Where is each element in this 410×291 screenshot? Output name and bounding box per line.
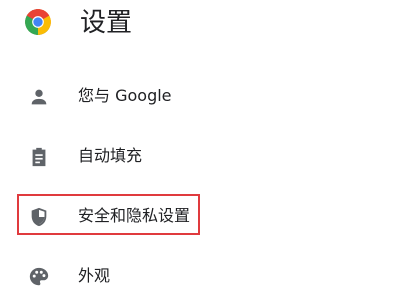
sidebar-item-label: 您与 Google (78, 86, 172, 105)
settings-page: 设置 您与 Google 自动填充 安全和隐私设置 外观 (0, 0, 410, 291)
palette-icon (29, 267, 49, 286)
person-icon (31, 89, 47, 105)
sidebar-item-you-and-google[interactable]: 您与 Google (0, 76, 260, 116)
page-title: 设置 (80, 8, 133, 38)
sidebar-item-appearance[interactable]: 外观 (0, 256, 260, 291)
settings-header: 设置 (0, 0, 410, 48)
chrome-logo-icon (25, 9, 51, 35)
sidebar-item-autofill[interactable]: 自动填充 (0, 136, 260, 176)
clipboard-icon (32, 147, 46, 167)
sidebar-item-label: 自动填充 (78, 146, 143, 165)
highlight-annotation-box (17, 194, 200, 235)
sidebar-item-label: 外观 (78, 266, 111, 285)
